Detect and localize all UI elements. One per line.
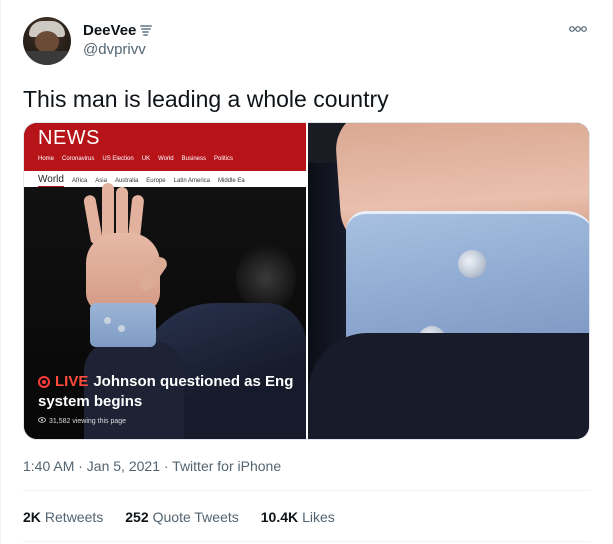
retweets-label: Retweets <box>44 509 104 525</box>
likes-label: Likes <box>302 509 335 525</box>
news-sub-nav-item: Latin America <box>173 178 211 184</box>
news-header: NEWS Home Coronavirus US Election UK Wor… <box>24 123 306 171</box>
avatar[interactable] <box>23 17 71 65</box>
author-name-row[interactable]: DeeVee <box>83 22 153 39</box>
news-sub-nav: World Africa Asia Australia Europe Latin… <box>38 174 245 188</box>
news-nav: Home Coronavirus US Election UK World Bu… <box>38 156 233 162</box>
news-nav-item: World <box>158 156 174 162</box>
tweet-timestamp[interactable]: 1:40 AM · Jan 5, 2021 · Twitter for iPho… <box>23 458 281 474</box>
more-options-icon[interactable] <box>568 20 588 36</box>
tornado-icon <box>140 24 153 38</box>
news-sub-nav-item: Middle Ea <box>218 178 245 184</box>
news-nav-item: Coronavirus <box>62 156 95 162</box>
tweet-stats: 2K Retweets 252 Quote Tweets 10.4K Likes <box>23 509 335 525</box>
news-screenshot-image[interactable]: NEWS Home Coronavirus US Election UK Wor… <box>24 123 306 439</box>
shirt-cuff <box>90 303 156 347</box>
zoomed-cuff-image[interactable] <box>308 123 589 439</box>
news-sub-header: World Africa Asia Australia Europe Latin… <box>24 171 306 188</box>
likes-stat[interactable]: 10.4K Likes <box>261 509 335 525</box>
divider <box>23 541 590 542</box>
news-nav-item: UK <box>141 156 151 162</box>
finger <box>102 183 114 239</box>
retweets-count: 2K <box>23 509 41 525</box>
author-handle[interactable]: @dvprivv <box>83 41 146 58</box>
cuff-button <box>104 317 111 324</box>
zoomed-jacket-sleeve <box>308 333 589 439</box>
news-sub-nav-item: Africa <box>71 178 88 184</box>
tweet-card: DeeVee @dvprivv This man is leading a wh… <box>0 0 613 544</box>
viewer-count: 31,582 viewing this page <box>38 417 126 425</box>
news-nav-item: Home <box>38 156 55 162</box>
retweets-stat[interactable]: 2K Retweets <box>23 509 103 525</box>
live-icon <box>38 375 50 388</box>
news-nav-item: Business <box>181 156 206 162</box>
news-nav-item: US Election <box>102 156 134 162</box>
news-nav-item: Politics <box>214 156 234 162</box>
tweet-media[interactable]: NEWS Home Coronavirus US Election UK Wor… <box>23 122 590 440</box>
headline-line1: Johnson questioned as Eng <box>93 373 294 390</box>
quote-tweets-label: Quote Tweets <box>152 509 239 525</box>
news-sub-nav-item: World <box>38 174 64 188</box>
viewer-count-text: 31,582 viewing this page <box>49 417 127 425</box>
cuff-button <box>118 325 125 332</box>
news-logo: NEWS <box>38 127 100 149</box>
divider <box>23 490 590 491</box>
tweet-text: This man is leading a whole country <box>23 86 389 112</box>
headline-line2: system begins <box>38 393 143 410</box>
live-label: LIVE <box>55 373 89 390</box>
zoomed-cuff-button <box>458 250 486 278</box>
likes-count: 10.4K <box>260 509 299 525</box>
author-name[interactable]: DeeVee <box>83 22 136 39</box>
quote-tweets-count: 252 <box>125 509 149 525</box>
eye-icon <box>38 417 46 425</box>
news-sub-nav-item: Australia <box>114 178 139 184</box>
live-headline: LIVE Johnson questioned as Eng <box>38 373 293 390</box>
news-sub-nav-item: Europe <box>146 178 166 184</box>
quote-tweets-stat[interactable]: 252 Quote Tweets <box>125 509 239 525</box>
